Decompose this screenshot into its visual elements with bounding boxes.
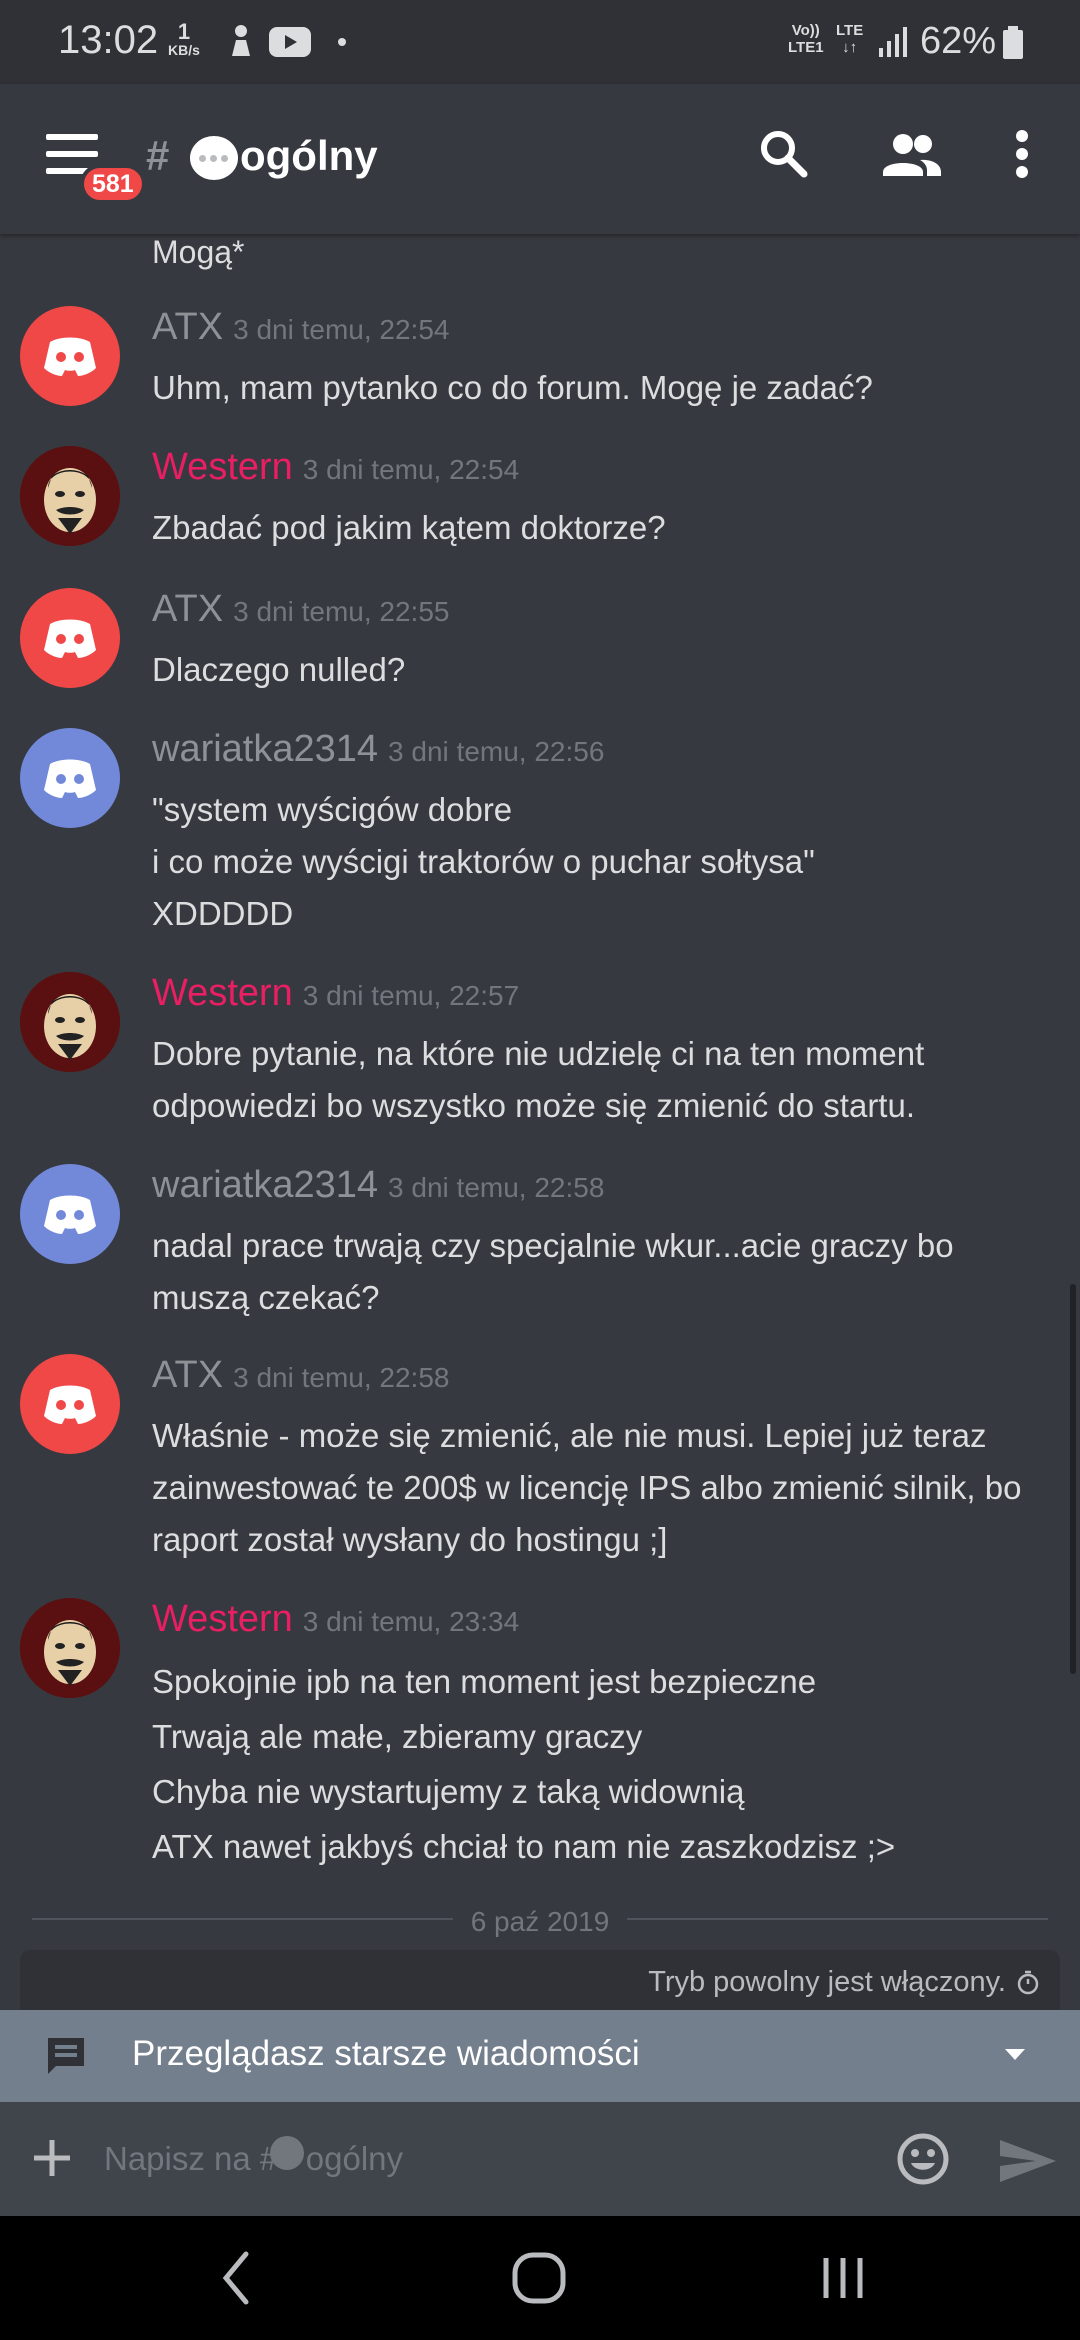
slowmode-text: Tryb powolny jest włączony. [648, 1966, 1006, 1998]
message-composer [0, 2102, 1080, 2216]
avatar[interactable] [20, 728, 120, 828]
status-bar: 13:02 1 KB/s Vo)) LTE1 LTE ↓↑ 62% [0, 0, 1080, 84]
mask-avatar-icon [20, 1598, 120, 1698]
message-list[interactable]: Mogą* ATX 3 dni temu, 22:54 Uhm, mam pyta… [0, 234, 1080, 2010]
timestamp: 3 dni temu, 22:55 [233, 596, 450, 627]
message-header: ATX 3 dni temu, 22:55 [152, 588, 449, 631]
timestamp: 3 dni temu, 22:56 [388, 736, 605, 767]
date-divider: 6 paź 2019 [32, 1906, 1048, 1937]
message-content: Uhm, mam pytanko co do forum. Mogę je za… [152, 369, 873, 406]
send-icon[interactable] [998, 2136, 1058, 2186]
battery-level: 62% [920, 20, 997, 62]
timestamp: 3 dni temu, 22:58 [388, 1172, 605, 1203]
discord-logo-icon [44, 619, 96, 658]
status-time: 13:02 [58, 18, 159, 62]
unread-badge: 581 [80, 164, 146, 204]
timestamp: 3 dni temu, 22:57 [302, 980, 520, 1011]
message-content: Właśnie - może się zmienić, ale nie musi… [152, 1417, 1022, 1558]
plus-icon[interactable] [30, 2136, 74, 2180]
avatar[interactable] [20, 972, 120, 1072]
mask-avatar-icon [20, 972, 120, 1072]
discord-logo-icon [44, 1195, 96, 1234]
message-header: wariatka2314 3 dni temu, 22:56 [152, 728, 604, 771]
username[interactable]: ATX [152, 306, 223, 348]
mask-avatar-icon [20, 446, 120, 546]
channel-header: 581 # ogólny [0, 84, 1080, 234]
message-content: nadal prace trwają czy specjalnie wkur..… [152, 1227, 954, 1316]
date-divider-label: 6 paź 2019 [452, 1906, 628, 1937]
discord-logo-icon [44, 759, 96, 798]
message-header: wariatka2314 3 dni temu, 22:58 [152, 1164, 604, 1207]
timestamp: 3 dni temu, 22:54 [302, 454, 520, 485]
signal-icon [879, 27, 907, 57]
speech-bubble-emoji-icon [190, 136, 238, 180]
chevron-down-icon[interactable] [1004, 2048, 1026, 2062]
volte-indicator: Vo)) LTE1 [788, 22, 824, 56]
avatar[interactable] [20, 588, 120, 688]
scrollbar-thumb[interactable] [1070, 1284, 1076, 1674]
avatar[interactable] [20, 1354, 120, 1454]
clock-icon [1017, 1970, 1039, 1995]
timestamp: 3 dni temu, 23:34 [302, 1606, 520, 1637]
message-input[interactable] [104, 2132, 864, 2186]
older-messages-text: Przeglądasz starsze wiadomości [132, 2034, 640, 2073]
battery-icon [1003, 26, 1023, 59]
lte-indicator: LTE ↓↑ [836, 22, 864, 56]
app-notification-icon [232, 25, 250, 56]
avatar[interactable] [20, 1164, 120, 1264]
home-icon[interactable] [510, 2246, 570, 2310]
notification-dot [338, 38, 346, 46]
chat-bubble-icon [48, 2038, 84, 2074]
timestamp: 3 dni temu, 22:54 [233, 314, 450, 345]
username[interactable]: ATX [152, 588, 223, 630]
search-icon[interactable] [754, 124, 814, 184]
username[interactable]: wariatka2314 [152, 728, 378, 770]
system-navigation-bar [0, 2216, 1080, 2340]
message-content: Zbadać pod jakim kątem doktorze? [152, 509, 666, 546]
discord-logo-icon [44, 337, 96, 376]
emoji-icon[interactable] [896, 2132, 950, 2186]
timestamp: 3 dni temu, 22:58 [233, 1362, 450, 1393]
youtube-icon [269, 27, 311, 57]
username[interactable]: Western [152, 446, 293, 488]
message-header: Western 3 dni temu, 23:34 [152, 1598, 519, 1641]
username[interactable]: Western [152, 1598, 293, 1640]
jump-to-present-bar[interactable]: Przeglądasz starsze wiadomości [0, 2010, 1080, 2102]
back-icon[interactable] [216, 2246, 256, 2310]
message-content: Dobre pytanie, na które nie udzielę ci n… [152, 1035, 925, 1124]
username[interactable]: ATX [152, 1354, 223, 1396]
message-header: Western 3 dni temu, 22:57 [152, 972, 519, 1015]
more-vertical-icon[interactable] [1004, 124, 1040, 184]
network-speed: 1 KB/s [168, 19, 200, 59]
recent-apps-icon[interactable] [818, 2246, 868, 2310]
message-content: Spokojnie ipb na ten moment jest bezpiec… [152, 1663, 896, 1865]
avatar[interactable] [20, 1598, 120, 1698]
avatar[interactable] [20, 446, 120, 546]
hash-icon: # [146, 132, 170, 179]
channel-emoji-icon [270, 2136, 304, 2170]
message-header: ATX 3 dni temu, 22:54 [152, 306, 449, 349]
username[interactable]: Western [152, 972, 293, 1014]
username[interactable]: wariatka2314 [152, 1164, 378, 1206]
channel-title[interactable]: ogólny [240, 132, 378, 180]
message-content: Dlaczego nulled? [152, 651, 406, 688]
message-continuation: Mogą* [152, 234, 245, 270]
slowmode-notice: Tryb powolny jest włączony. [20, 1950, 1060, 2010]
avatar[interactable] [20, 306, 120, 406]
discord-logo-icon [44, 1385, 96, 1424]
members-icon[interactable] [880, 124, 944, 184]
message-header: ATX 3 dni temu, 22:58 [152, 1354, 449, 1397]
message-header: Western 3 dni temu, 22:54 [152, 446, 519, 489]
message-content: "system wyścigów dobre i co może wyścigi… [152, 791, 815, 932]
